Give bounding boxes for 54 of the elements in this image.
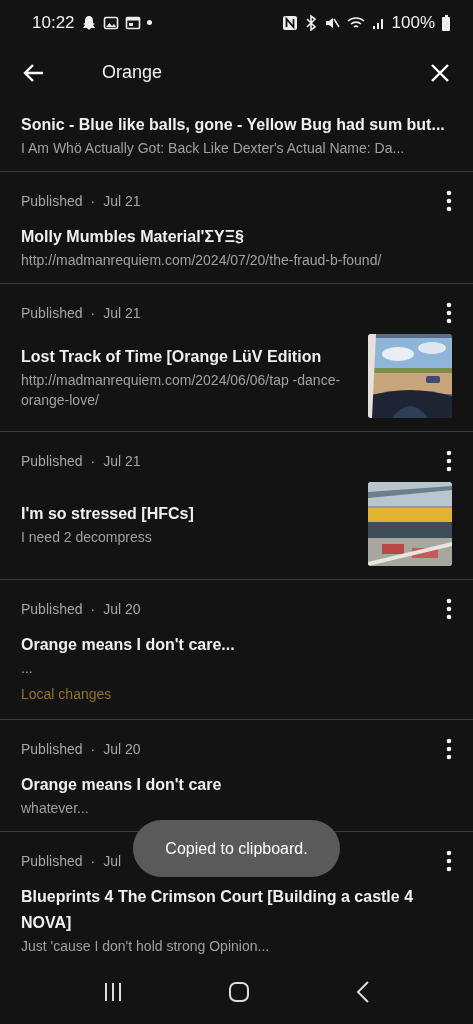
battery-percent: 100% <box>391 12 435 33</box>
more-options-button[interactable] <box>446 450 452 472</box>
post-title[interactable]: Blueprints 4 The Crimson Court [Building a castle 4 NOVA] <box>21 884 452 936</box>
calendar-icon <box>124 14 141 31</box>
separator-dot: · <box>90 305 96 321</box>
more-options-button[interactable] <box>446 850 452 872</box>
ghost-icon <box>80 14 97 31</box>
post-title[interactable]: Molly Mumbles Material'ΣΥΞ§ <box>21 224 452 250</box>
separator-dot: · <box>90 853 96 869</box>
post-title[interactable]: Lost Track of Time [Orange LüV Edition <box>21 344 356 370</box>
wifi-icon <box>345 14 366 31</box>
battery-icon <box>441 13 451 32</box>
post-excerpt: whatever... <box>21 799 90 818</box>
nfc-icon <box>281 14 298 31</box>
post-status: Published <box>21 601 83 617</box>
post-date: Jul 21 <box>103 305 141 321</box>
more-options-button[interactable] <box>446 598 452 620</box>
post-excerpt: I Am Whö Actually Got: Back Like Dexter's Actual Name: Da... <box>21 139 406 158</box>
close-button[interactable] <box>429 61 451 84</box>
post-status: Published <box>21 853 83 869</box>
separator-dot: · <box>90 741 96 757</box>
post-date: Jul 21 <box>103 193 141 209</box>
post-title[interactable]: Orange means I don't care <box>21 772 452 798</box>
post-excerpt: http://madmanrequiem.com/2024/07/20/the-fraud-b-found/ <box>21 251 383 270</box>
post-status: Published <box>21 193 83 209</box>
image-icon <box>102 14 119 31</box>
separator-dot: · <box>90 601 96 617</box>
post-date: Jul 21 <box>103 453 141 469</box>
post-date: Jul <box>103 853 122 869</box>
post-status: Published <box>21 741 83 757</box>
post-date: Jul 20 <box>103 601 141 617</box>
separator-dot: · <box>90 453 96 469</box>
search-query: Orange <box>102 62 163 83</box>
post-date: Jul 20 <box>103 741 141 757</box>
post-excerpt: Just 'cause I don't hold strong Opinion... <box>21 937 271 956</box>
post-status: Published <box>21 453 83 469</box>
post-excerpt: I need 2 decompress <box>21 528 153 547</box>
home-button[interactable] <box>228 981 251 1003</box>
more-options-button[interactable] <box>446 302 452 324</box>
dot-icon <box>146 20 152 25</box>
post-status: Published <box>21 305 83 321</box>
separator-dot: · <box>90 193 96 209</box>
post-excerpt: http://madmanrequiem.com/2024/06/06/tap -dance-orange-love/ <box>21 371 342 410</box>
post-title[interactable]: Sonic - Blue like balls, gone - Yellow Bug had sum but... <box>21 112 452 138</box>
back-nav-button[interactable] <box>354 980 371 1004</box>
post-title[interactable]: Orange means I don't care... <box>21 632 452 658</box>
local-changes-label: Local changes <box>21 685 113 704</box>
more-options-button[interactable] <box>446 190 452 212</box>
post-title[interactable]: I'm so stressed [HFCs] <box>21 501 356 527</box>
more-options-button[interactable] <box>446 738 452 760</box>
toast-message: Copied to clipboard. <box>133 820 340 877</box>
post-excerpt: ... <box>21 659 34 678</box>
bluetooth-icon <box>303 14 318 31</box>
status-time: 10:22 <box>32 12 75 33</box>
